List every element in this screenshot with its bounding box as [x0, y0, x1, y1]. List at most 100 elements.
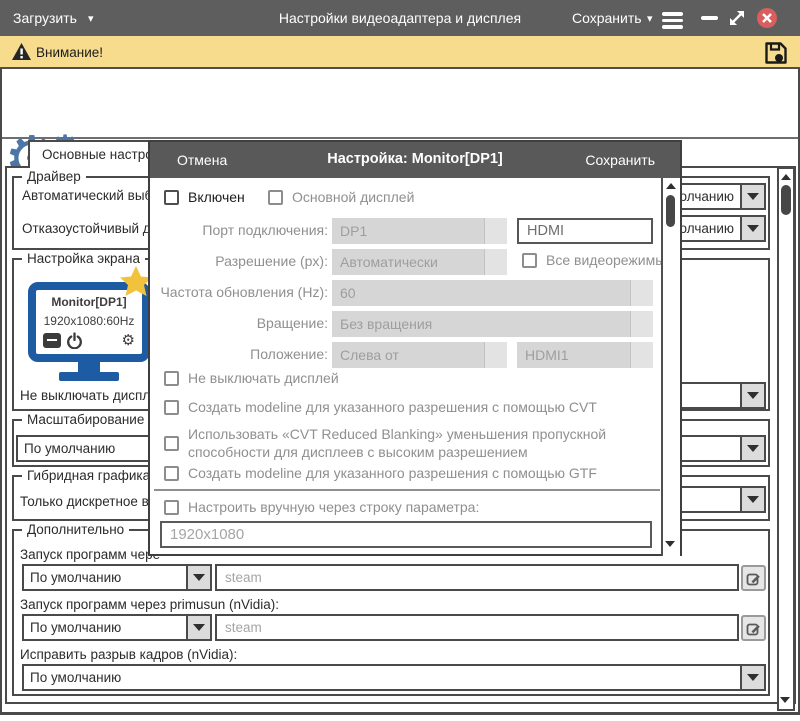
refresh-label: Частота обновления (Hz): [160, 284, 328, 300]
hybrid-mode-label: Только дискретное ви [20, 494, 156, 509]
rotation-label: Вращение: [160, 315, 328, 331]
all-modes-label: Все видеорежимы [546, 252, 665, 268]
scaling-legend: Масштабирование в [22, 412, 160, 427]
refresh-select-disabled: 60 [332, 280, 653, 306]
port-label: Порт подключения: [160, 222, 328, 238]
cvt-rb-checkbox-row[interactable]: Использовать «CVT Reduced Blanking» умен… [164, 425, 646, 461]
tearing-select[interactable]: По умолчанию [22, 664, 766, 691]
run1-mode-value: По умолчанию [22, 564, 186, 591]
edit-icon[interactable] [741, 615, 766, 641]
primary-checkbox[interactable] [268, 190, 283, 205]
dropdown-arrow-icon[interactable] [740, 215, 766, 242]
save-menu-button[interactable]: Сохранить [572, 10, 642, 26]
caret-down-icon: ▾ [647, 12, 653, 25]
gtf-checkbox[interactable] [164, 466, 179, 481]
resolution-select-disabled: Автоматически [332, 249, 507, 275]
close-icon[interactable] [757, 8, 777, 28]
divider [154, 489, 660, 491]
keep-on-check-label: Не выключать дисплей [188, 370, 339, 386]
warning-bar: Внимание! [0, 36, 800, 69]
monitor-base [59, 372, 119, 381]
scroll-down-icon[interactable] [780, 697, 790, 703]
hybrid-legend: Гибридная графика [22, 468, 155, 483]
auto-driver-label: Автоматический выб [22, 188, 152, 203]
keep-display-on-label: Не выключать диспле [20, 388, 158, 403]
run2-mode-select[interactable]: По умолчанию [22, 614, 212, 641]
enabled-checkbox[interactable] [164, 190, 179, 205]
dropdown-arrow-icon[interactable] [740, 183, 766, 210]
extra-legend: Дополнительно [22, 522, 129, 537]
cvt-rb-check-label: Использовать «CVT Reduced Blanking» умен… [188, 425, 646, 461]
display-off-icon[interactable] [43, 333, 61, 348]
monitor-icon[interactable]: Monitor[DP1] 1920x1080:60Hz ⚙ [20, 260, 160, 385]
cvt-check-label: Создать modeline для указанного разрешен… [188, 399, 597, 415]
scroll-down-icon[interactable] [665, 541, 675, 547]
power-icon[interactable] [66, 332, 83, 349]
dropdown-arrow-icon[interactable] [740, 435, 766, 462]
port-value: DP1 [340, 223, 367, 239]
primary-label: Основной дисплей [292, 189, 414, 205]
run1-label: Запуск программ чере [20, 547, 160, 562]
tearing-label: Исправить разрыв кадров (nVidia): [20, 647, 237, 662]
position-target-value: HDMI1 [525, 347, 569, 363]
cvt-rb-checkbox[interactable] [164, 436, 179, 451]
manual-checkbox-row[interactable]: Настроить вручную через строку параметра… [164, 499, 479, 515]
all-modes-checkbox-row[interactable]: Все видеорежимы [522, 252, 665, 268]
failsafe-driver-label: Отказоустойчивый др [22, 221, 158, 236]
manual-checkbox[interactable] [164, 500, 179, 515]
manual-label: Настроить вручную через строку параметра… [188, 499, 479, 515]
tearing-value: По умолчанию [22, 664, 740, 691]
enabled-label: Включен [188, 189, 245, 205]
position-value: Слева от [340, 347, 399, 363]
app-header: ⚙ ⚙ ⚙ Видеоадаптер и дисплей Настройка в… [0, 69, 800, 139]
enabled-checkbox-row[interactable]: Включен [164, 189, 245, 205]
titlebar: Загрузить ▾ Настройки видеоадаптера и ди… [0, 0, 800, 36]
dropdown-arrow-icon[interactable] [740, 486, 766, 513]
dropdown-arrow-icon[interactable] [186, 564, 212, 591]
scroll-up-icon[interactable] [666, 183, 676, 189]
monitor-mode: 1920x1080:60Hz [36, 314, 142, 328]
cvt-checkbox-row[interactable]: Создать modeline для указанного разрешен… [164, 399, 597, 415]
scroll-up-icon[interactable] [781, 174, 791, 180]
hamburger-menu-icon[interactable] [662, 9, 683, 32]
dropdown-arrow-icon[interactable] [186, 614, 212, 641]
monitor-settings-dialog: Отмена Настройка: Monitor[DP1] Сохранить… [148, 140, 682, 556]
cvt-checkbox[interactable] [164, 400, 179, 415]
run1-mode-select[interactable]: По умолчанию [22, 564, 212, 591]
position-select-disabled: Слева от [332, 342, 507, 368]
primary-checkbox-row[interactable]: Основной дисплей [268, 189, 414, 205]
warning-text: Внимание! [36, 45, 103, 60]
dropdown-arrow-icon[interactable] [740, 382, 766, 409]
save-file-icon[interactable] [763, 40, 789, 66]
driver-legend: Драйвер [22, 169, 86, 184]
resolution-value: Автоматически [340, 254, 438, 270]
keep-on-checkbox-row[interactable]: Не выключать дисплей [164, 370, 339, 386]
gear-icon[interactable]: ⚙ [122, 333, 135, 348]
dialog-header: Отмена Настройка: Monitor[DP1] Сохранить [150, 142, 680, 178]
port-custom-input[interactable] [517, 218, 653, 244]
gtf-check-label: Создать modeline для указанного разрешен… [188, 465, 597, 481]
dialog-save-button[interactable]: Сохранить [585, 152, 655, 168]
dropdown-arrow-icon[interactable] [740, 664, 766, 691]
keep-on-checkbox[interactable] [164, 371, 179, 386]
main-scrollbar[interactable] [777, 167, 795, 711]
scrollbar-thumb[interactable] [666, 195, 675, 227]
scrollbar-thumb[interactable] [781, 185, 791, 215]
run2-mode-value: По умолчанию [22, 614, 186, 641]
edit-icon[interactable] [741, 565, 766, 591]
run2-label: Запуск программ через primusun (nVidia): [20, 597, 279, 612]
refresh-value: 60 [340, 285, 356, 301]
run2-command-input[interactable] [215, 614, 739, 641]
warning-icon [11, 42, 32, 62]
all-modes-checkbox[interactable] [522, 253, 537, 268]
minimize-icon[interactable] [701, 16, 718, 20]
dialog-scrollbar[interactable] [661, 178, 680, 556]
run1-command-input[interactable] [215, 564, 739, 591]
rotation-select-disabled: Без вращения [332, 311, 653, 337]
port-select-disabled: DP1 [332, 218, 507, 244]
expand-icon[interactable] [727, 8, 747, 28]
manual-mode-input[interactable] [160, 521, 652, 548]
rotation-value: Без вращения [340, 316, 432, 332]
gtf-checkbox-row[interactable]: Создать modeline для указанного разрешен… [164, 465, 597, 481]
position-target-disabled: HDMI1 [517, 342, 653, 368]
